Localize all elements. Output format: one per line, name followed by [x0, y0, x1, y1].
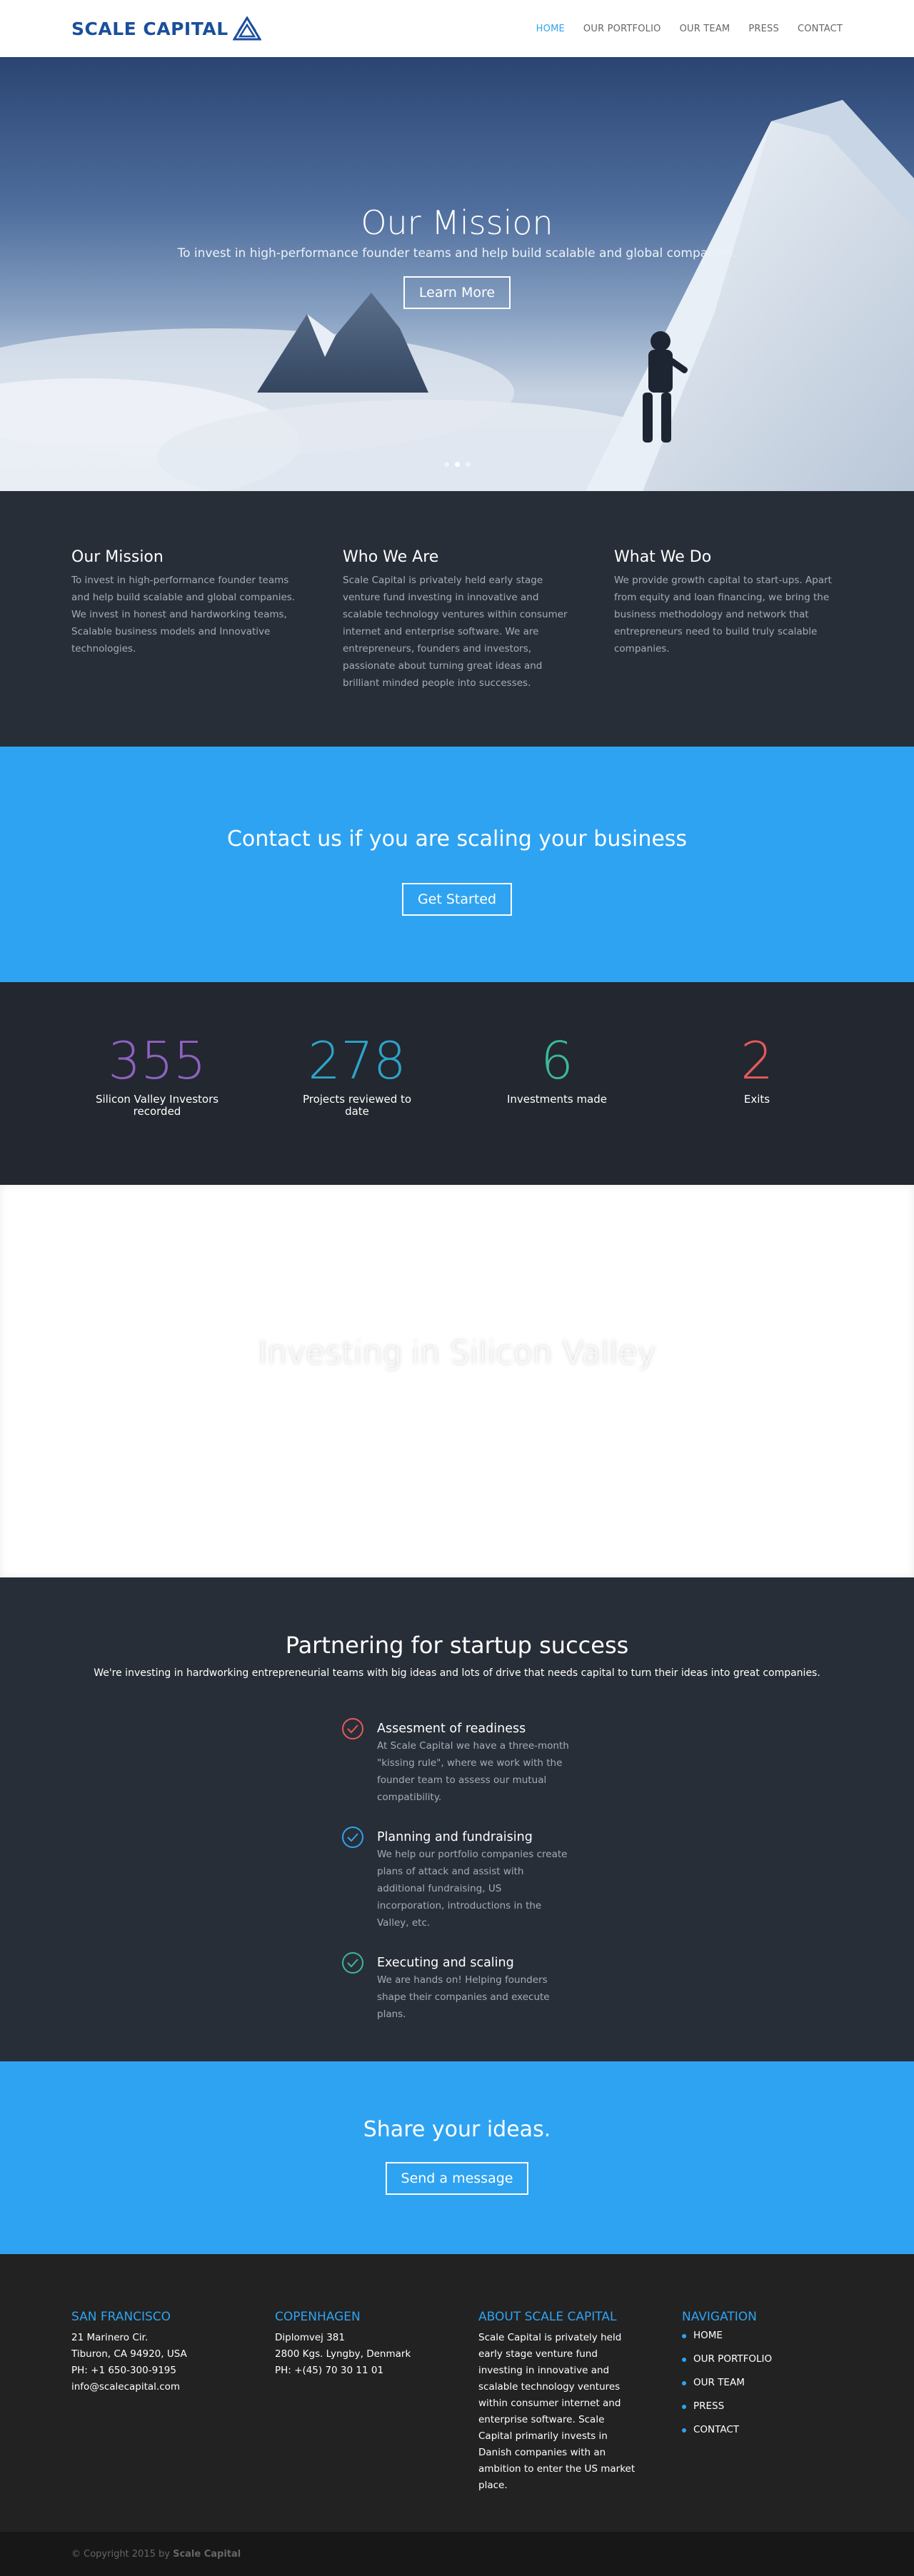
slider-dot-1[interactable] [443, 462, 449, 467]
footer-nav: HOME OUR PORTFOLIO OUR TEAM PRESS CONTAC… [682, 2330, 843, 2435]
copyright-bar: © Copyright 2015 by Scale Capital [0, 2532, 914, 2576]
footer-col-sf: SAN FRANCISCO 21 Marinero Cir. Tiburon, … [71, 2310, 232, 2532]
step-planning: Planning and fundraising We help our por… [341, 1826, 584, 1931]
get-started-button[interactable]: Get Started [401, 883, 513, 916]
step-text: We are hands on! Helping founders shape … [377, 1974, 550, 2020]
copyright-brand: Scale Capital [173, 2548, 241, 2560]
step-title: Planning and fundraising [377, 1830, 533, 1844]
info-text: Scale Capital is privately held early st… [343, 575, 568, 689]
info-section: Our Mission To invest in high-performanc… [0, 491, 914, 747]
footer-heading: NAVIGATION [682, 2310, 757, 2324]
contact-cta: Contact us if you are scaling your busin… [0, 747, 914, 982]
send-message-button[interactable]: Send a message [385, 2162, 529, 2195]
copyright-text: © Copyright 2015 by [71, 2548, 170, 2560]
nav-press[interactable]: PRESS [748, 24, 779, 34]
footer-line: 2800 Kgs. Lyngby, Denmark [275, 2348, 411, 2360]
step-text: At Scale Capital we have a three-month "… [377, 1740, 569, 1803]
stat-label: Investments made [506, 1093, 608, 1106]
stats-section: 355 Silicon Valley Investors recorded 27… [0, 982, 914, 1185]
info-text: We provide growth capital to start-ups. … [614, 575, 832, 655]
info-column-who: Who We Are Scale Capital is privately he… [343, 548, 571, 747]
stat-number: 2 [740, 1031, 773, 1091]
cta-title: Contact us if you are scaling your busin… [226, 827, 688, 852]
step-text: We help our portfolio companies create p… [377, 1849, 568, 1929]
stat-label: Projects reviewed to date [302, 1093, 412, 1118]
site-header: SCALE CAPITAL HOME OUR PORTFOLIO OUR TEA… [0, 0, 914, 57]
footer-email[interactable]: info@scalecapital.com [71, 2379, 232, 2395]
partnering-subtitle: We're investing in hardworking entrepren… [94, 1667, 820, 1679]
footer-col-about: ABOUT SCALE CAPITAL Scale Capital is pri… [478, 2310, 639, 2532]
info-column-what: What We Do We provide growth capital to … [614, 548, 843, 747]
nav-our-portfolio[interactable]: OUR PORTFOLIO [583, 24, 661, 34]
nav-our-team[interactable]: OUR TEAM [680, 24, 730, 34]
hero-subtitle: To invest in high-performance founder te… [177, 246, 737, 261]
check-circle-icon [342, 1718, 363, 1739]
step-title: Assesment of readiness [377, 1722, 526, 1736]
stat-exits: 2 Exits [657, 982, 857, 1185]
footer-nav-our-portfolio[interactable]: OUR PORTFOLIO [682, 2353, 843, 2365]
logo-mark-icon [232, 16, 261, 41]
check-circle-icon [342, 1952, 363, 1974]
footer-nav-press[interactable]: PRESS [682, 2400, 843, 2412]
check-circle-icon [342, 1827, 363, 1848]
partnering-section: Partnering for startup success We're inv… [0, 1577, 914, 2061]
nav-contact[interactable]: CONTACT [798, 24, 843, 34]
investing-title: Investing in Silicon Valley [258, 1335, 656, 1371]
investing-banner: Investing in Silicon Valley [0, 1185, 914, 1577]
nav-home[interactable]: HOME [536, 24, 565, 34]
info-text: To invest in high-performance founder te… [71, 575, 296, 655]
step-title: Executing and scaling [377, 1956, 514, 1970]
stat-investments: 6 Investments made [457, 982, 657, 1185]
footer-col-copenhagen: COPENHAGEN Diplomvej 381 2800 Kgs. Lyngb… [275, 2310, 436, 2532]
info-title: What We Do [614, 548, 712, 566]
footer-line: PH: +(45) 70 30 11 01 [275, 2365, 384, 2376]
footer-heading: ABOUT SCALE CAPITAL [478, 2310, 617, 2324]
hero-text: Our Mission To invest in high-performanc… [0, 203, 914, 309]
stat-label: Exits [743, 1093, 770, 1106]
stat-number: 355 [108, 1031, 206, 1091]
main-nav: HOME OUR PORTFOLIO OUR TEAM PRESS CONTAC… [536, 24, 843, 34]
info-column-mission: Our Mission To invest in high-performanc… [71, 548, 300, 747]
footer-line: PH: +1 650-300-9195 [71, 2365, 176, 2376]
footer-col-navigation: NAVIGATION HOME OUR PORTFOLIO OUR TEAM P… [682, 2310, 843, 2532]
site-footer: SAN FRANCISCO 21 Marinero Cir. Tiburon, … [0, 2254, 914, 2532]
footer-line: 21 Marinero Cir. [71, 2332, 149, 2343]
stat-projects: 278 Projects reviewed to date [257, 982, 457, 1185]
logo[interactable]: SCALE CAPITAL [71, 16, 261, 41]
footer-heading: COPENHAGEN [275, 2310, 361, 2324]
step-readiness: Assesment of readiness At Scale Capital … [341, 1717, 584, 1806]
stat-investors: 355 Silicon Valley Investors recorded [57, 982, 257, 1185]
footer-nav-contact[interactable]: CONTACT [682, 2424, 843, 2435]
learn-more-button[interactable]: Learn More [403, 276, 511, 309]
hero-slider: Our Mission To invest in high-performanc… [0, 57, 914, 491]
partnering-title: Partnering for startup success [285, 1632, 629, 1659]
stat-number: 6 [541, 1031, 573, 1091]
footer-line: Tiburon, CA 94920, USA [71, 2348, 187, 2360]
info-title: Who We Are [343, 548, 439, 566]
share-ideas-cta: Share your ideas. Send a message [0, 2061, 914, 2254]
logo-text: SCALE CAPITAL [71, 18, 228, 39]
footer-about-text: Scale Capital is privately held early st… [478, 2332, 636, 2491]
cta-title: Share your ideas. [363, 2117, 551, 2142]
footer-nav-our-team[interactable]: OUR TEAM [682, 2377, 843, 2388]
hero-title: Our Mission [361, 203, 553, 242]
slider-dot-2[interactable] [454, 462, 460, 467]
slider-dots [0, 462, 914, 467]
info-title: Our Mission [71, 548, 164, 566]
footer-heading: SAN FRANCISCO [71, 2310, 171, 2324]
steps-list: Assesment of readiness At Scale Capital … [341, 1717, 584, 2023]
stat-number: 278 [308, 1031, 406, 1091]
slider-dot-3[interactable] [465, 462, 471, 467]
step-executing: Executing and scaling We are hands on! H… [341, 1951, 584, 2023]
footer-nav-home[interactable]: HOME [682, 2330, 843, 2341]
stat-label: Silicon Valley Investors recorded [95, 1093, 219, 1118]
footer-line: Diplomvej 381 [275, 2332, 345, 2343]
